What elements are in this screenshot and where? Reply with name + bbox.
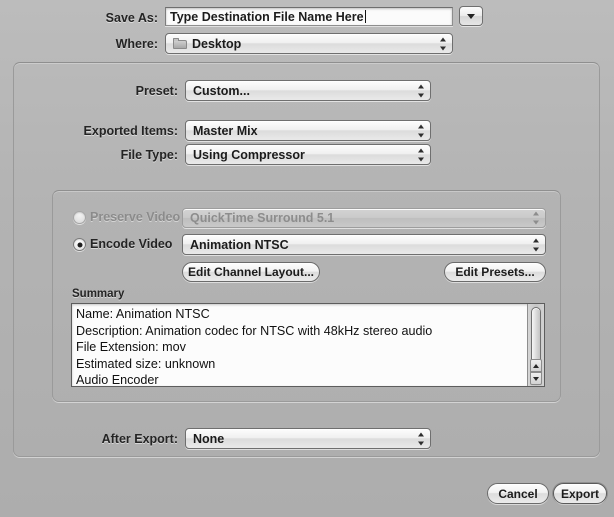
scroll-up-button[interactable]	[530, 359, 542, 372]
chevron-down-icon	[467, 13, 475, 19]
folder-icon	[173, 38, 187, 49]
preserve-video-value: QuickTime Surround 5.1	[190, 211, 335, 225]
summary-box: Name: Animation NTSC Description: Animat…	[71, 303, 545, 387]
cancel-button[interactable]: Cancel	[487, 483, 549, 504]
preserve-video-popup: QuickTime Surround 5.1	[182, 208, 546, 228]
preserve-video-label: Preserve Video	[90, 210, 181, 224]
preserve-video-radio	[73, 211, 86, 224]
encode-video-radio[interactable]	[73, 238, 86, 251]
popup-arrows-icon	[439, 37, 446, 50]
scroll-down-button[interactable]	[530, 372, 542, 385]
summary-line: Name: Animation NTSC	[76, 307, 210, 321]
summary-line: File Extension: mov	[76, 340, 186, 355]
summary-text: Name: Animation NTSC Description: Animat…	[76, 306, 525, 387]
export-dialog: Save As: Type Destination File Name Here…	[0, 0, 614, 517]
encode-video-value: Animation NTSC	[190, 237, 289, 252]
exported-items-label: Exported Items:	[83, 124, 178, 138]
popup-arrows-icon	[417, 148, 424, 161]
summary-line: Description: Animation codec for NTSC wi…	[76, 323, 433, 338]
file-type-label: File Type:	[120, 148, 178, 162]
encode-video-label: Encode Video	[90, 237, 173, 251]
preset-label: Preset:	[135, 84, 178, 98]
after-export-value: None	[193, 431, 225, 446]
popup-arrows-icon	[417, 432, 424, 445]
save-as-value: Type Destination File Name Here	[170, 9, 364, 24]
edit-channel-layout-button[interactable]: Edit Channel Layout...	[182, 262, 320, 282]
where-label: Where:	[115, 37, 158, 51]
after-export-label: After Export:	[101, 432, 178, 446]
summary-scrollbar[interactable]	[527, 304, 544, 386]
save-as-input[interactable]: Type Destination File Name Here	[165, 7, 453, 26]
preset-popup[interactable]: Custom...	[185, 80, 431, 101]
where-popup[interactable]: Desktop	[165, 33, 453, 54]
where-value: Desktop	[192, 36, 242, 51]
popup-arrows-icon	[532, 238, 539, 251]
popup-arrows-icon	[417, 84, 424, 97]
summary-line: Audio Encoder	[76, 373, 159, 387]
save-as-expand-button[interactable]	[459, 6, 483, 26]
triangle-down-icon	[533, 376, 539, 381]
popup-arrows-icon	[417, 124, 424, 137]
text-caret	[364, 10, 366, 23]
radio-dot-icon	[77, 242, 82, 247]
preset-value: Custom...	[193, 83, 250, 98]
triangle-up-icon	[533, 363, 539, 368]
encode-video-popup[interactable]: Animation NTSC	[182, 234, 546, 255]
export-button[interactable]: Export	[553, 483, 607, 504]
file-type-popup[interactable]: Using Compressor	[185, 144, 431, 165]
exported-items-value: Master Mix	[193, 123, 258, 138]
summary-title: Summary	[72, 288, 125, 300]
popup-arrows-icon	[532, 211, 539, 225]
summary-line: Estimated size: unknown	[76, 356, 216, 371]
edit-presets-button[interactable]: Edit Presets...	[444, 262, 546, 282]
file-type-value: Using Compressor	[193, 147, 305, 162]
after-export-popup[interactable]: None	[185, 428, 431, 449]
exported-items-popup[interactable]: Master Mix	[185, 120, 431, 141]
save-as-label: Save As:	[105, 11, 158, 25]
